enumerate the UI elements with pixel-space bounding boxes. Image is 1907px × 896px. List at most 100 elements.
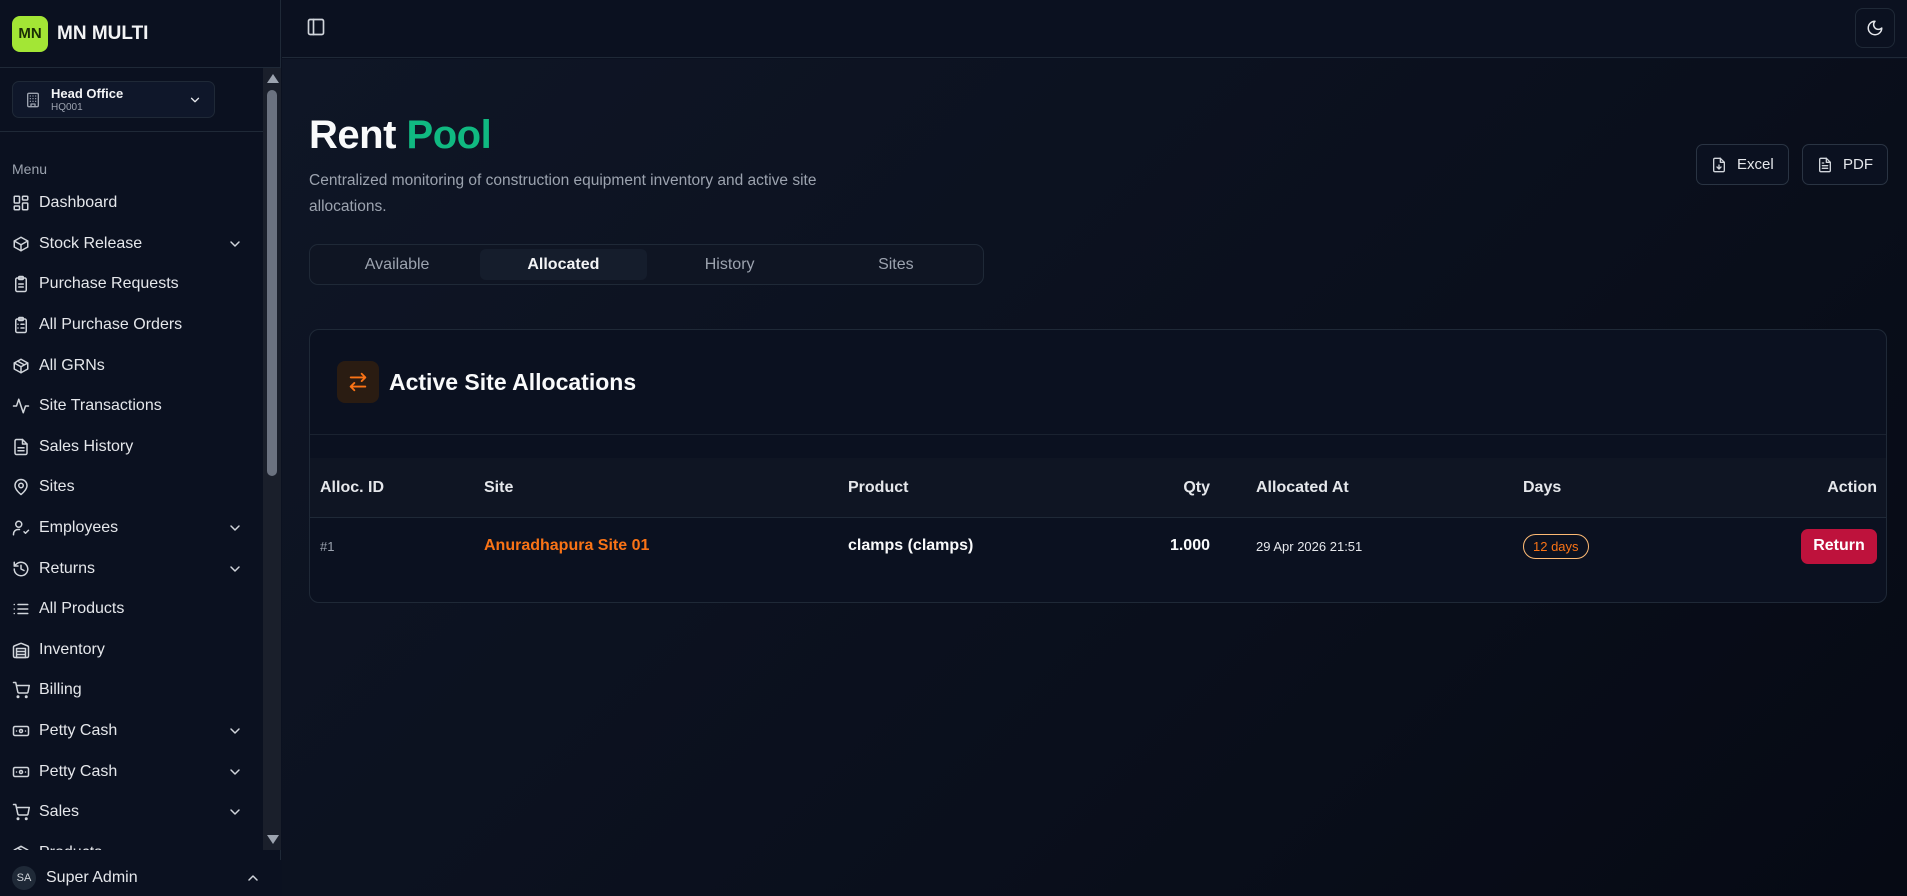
col-qty[interactable]: Qty xyxy=(1010,479,1210,497)
chevron-down-icon xyxy=(190,97,200,102)
branch-switcher[interactable]: Head Office HQ001 xyxy=(12,81,215,118)
sidebar-item-all-products[interactable]: All Products xyxy=(0,589,263,630)
topbar xyxy=(282,0,1907,58)
tab-allocated[interactable]: Allocated xyxy=(480,249,647,280)
chevron-down-icon xyxy=(230,241,240,247)
cell-qty: 1.000 xyxy=(1169,537,1210,554)
avatar: SA xyxy=(12,866,36,890)
col-allocated-at[interactable]: Allocated At xyxy=(1256,479,1349,497)
banknote-icon xyxy=(12,725,30,737)
scroll-down-arrow[interactable] xyxy=(267,835,279,844)
history-icon xyxy=(13,561,29,577)
banknote-icon xyxy=(12,766,30,777)
page-description: Centralized monitoring of construction e… xyxy=(309,172,817,215)
file-text-icon xyxy=(14,438,28,456)
clipboard-icon xyxy=(15,276,27,293)
cell-product: clamps (clamps) xyxy=(848,537,974,554)
tab-history[interactable]: History xyxy=(647,249,813,280)
chevron-down-icon xyxy=(230,809,240,815)
sidebar-item-label: All Products xyxy=(39,600,125,618)
sidebar-item-products[interactable]: Products xyxy=(0,833,263,850)
sidebar-item-site-transactions[interactable]: Site Transactions xyxy=(0,386,263,427)
sidebar-item-label: All GRNs xyxy=(39,356,105,374)
cart-icon xyxy=(12,803,30,821)
theme-toggle-button[interactable] xyxy=(1855,8,1895,48)
cart-icon xyxy=(12,682,30,699)
sidebar-item-label: Stock Release xyxy=(39,234,143,252)
sidebar-item-label: All Purchase Orders xyxy=(39,316,183,334)
brand-name: MN MULTI xyxy=(57,22,149,44)
sidebar-item-sales[interactable]: Sales xyxy=(0,792,263,833)
sidebar-item-label: Sites xyxy=(39,478,75,496)
sidebar-item-employees[interactable]: Employees xyxy=(0,508,263,549)
sidebar-item-dashboard[interactable]: Dashboard xyxy=(0,183,263,224)
sidebar-toggle-icon[interactable] xyxy=(306,17,326,37)
boxes-icon xyxy=(13,236,29,252)
branch-switcher-wrap: Head Office HQ001 xyxy=(0,68,280,132)
brand[interactable]: MN MN MULTI xyxy=(0,0,280,68)
return-button[interactable]: Return xyxy=(1801,528,1877,564)
sidebar-item-label: Sales xyxy=(39,803,80,821)
page-title-part2: Pool xyxy=(406,113,492,157)
branch-code: HQ001 xyxy=(51,101,83,113)
menu-label: Menu xyxy=(12,161,48,177)
cell-action: Return xyxy=(1801,528,1877,564)
sidebar-item-petty-cash[interactable]: Petty Cash xyxy=(0,711,263,752)
package-icon xyxy=(13,358,29,374)
scroll-up-arrow[interactable] xyxy=(267,74,279,83)
export-pdf-button[interactable]: PDF xyxy=(1802,144,1888,185)
map-pin-icon xyxy=(14,479,28,496)
sidebar: MN MN MULTI Head Office HQ001 Menu Dashb… xyxy=(0,0,281,896)
col-product[interactable]: Product xyxy=(848,479,908,497)
card-title: Active Site Allocations xyxy=(389,368,637,395)
sidebar-item-purchase-requests[interactable]: Purchase Requests xyxy=(0,264,263,305)
export-excel-label: Excel xyxy=(1737,156,1774,173)
chevron-down-icon xyxy=(230,525,240,531)
user-name: Super Admin xyxy=(46,869,138,886)
arrows-swap-icon xyxy=(337,361,379,403)
tab-sites[interactable]: Sites xyxy=(813,249,979,280)
sidebar-item-label: Petty Cash xyxy=(39,762,118,780)
chevron-up-icon xyxy=(248,875,258,881)
building-icon xyxy=(27,92,39,107)
sidebar-item-all-purchase-orders[interactable]: All Purchase Orders xyxy=(0,305,263,346)
sidebar-item-all-grns[interactable]: All GRNs xyxy=(0,345,263,386)
sidebar-item-billing[interactable]: Billing xyxy=(0,670,263,711)
user-check-icon xyxy=(12,520,30,536)
warehouse-icon xyxy=(12,642,30,659)
page-title: Rent Pool xyxy=(309,113,492,158)
sidebar-item-petty-cash[interactable]: Petty Cash xyxy=(0,751,263,792)
cell-site-link[interactable]: Anuradhapura Site 01 xyxy=(484,537,649,555)
sidebar-item-label: Billing xyxy=(39,681,82,699)
sidebar-item-label: Sales History xyxy=(39,437,134,455)
sidebar-item-inventory[interactable]: Inventory xyxy=(0,630,263,671)
col-alloc-id[interactable]: Alloc. ID xyxy=(320,479,384,497)
chevron-down-icon xyxy=(230,565,240,572)
nav-list: Dashboard Stock Release Purchase Requests A… xyxy=(0,183,263,850)
sidebar-item-returns[interactable]: Returns xyxy=(0,548,263,589)
sidebar-item-sales-history[interactable]: Sales History xyxy=(0,427,263,468)
tab-available[interactable]: Available xyxy=(314,249,480,280)
table-row: #1 Anuradhapura Site 01 clamps (clamps) … xyxy=(310,518,1886,574)
cell-days: 12 days xyxy=(1523,533,1589,559)
user-menu[interactable]: SA Super Admin xyxy=(0,860,281,896)
col-days[interactable]: Days xyxy=(1523,479,1561,497)
sidebar-scrollbar[interactable] xyxy=(263,68,281,850)
chevron-down-icon xyxy=(230,768,240,775)
sidebar-item-label: Dashboard xyxy=(39,194,118,212)
sidebar-item-label: Employees xyxy=(39,519,119,537)
card-header: Active Site Allocations xyxy=(310,330,1886,435)
scroll-thumb[interactable] xyxy=(267,90,277,476)
brand-logo: MN xyxy=(12,15,48,52)
activity-icon xyxy=(12,398,30,414)
moon-icon xyxy=(1867,20,1883,36)
col-site[interactable]: Site xyxy=(484,479,513,497)
sidebar-item-label: Site Transactions xyxy=(39,397,162,415)
sidebar-item-sites[interactable]: Sites xyxy=(0,467,263,508)
list-icon xyxy=(13,603,29,615)
nav-scroll-area: Menu Dashboard Stock Release Purchase Requ… xyxy=(0,132,263,850)
export-excel-button[interactable]: Excel xyxy=(1696,144,1789,185)
allocations-card: Active Site Allocations Alloc. ID Site P… xyxy=(309,329,1887,603)
sidebar-item-stock-release[interactable]: Stock Release xyxy=(0,224,263,265)
allocations-table: Alloc. ID Site Product Qty Allocated At … xyxy=(310,458,1886,574)
